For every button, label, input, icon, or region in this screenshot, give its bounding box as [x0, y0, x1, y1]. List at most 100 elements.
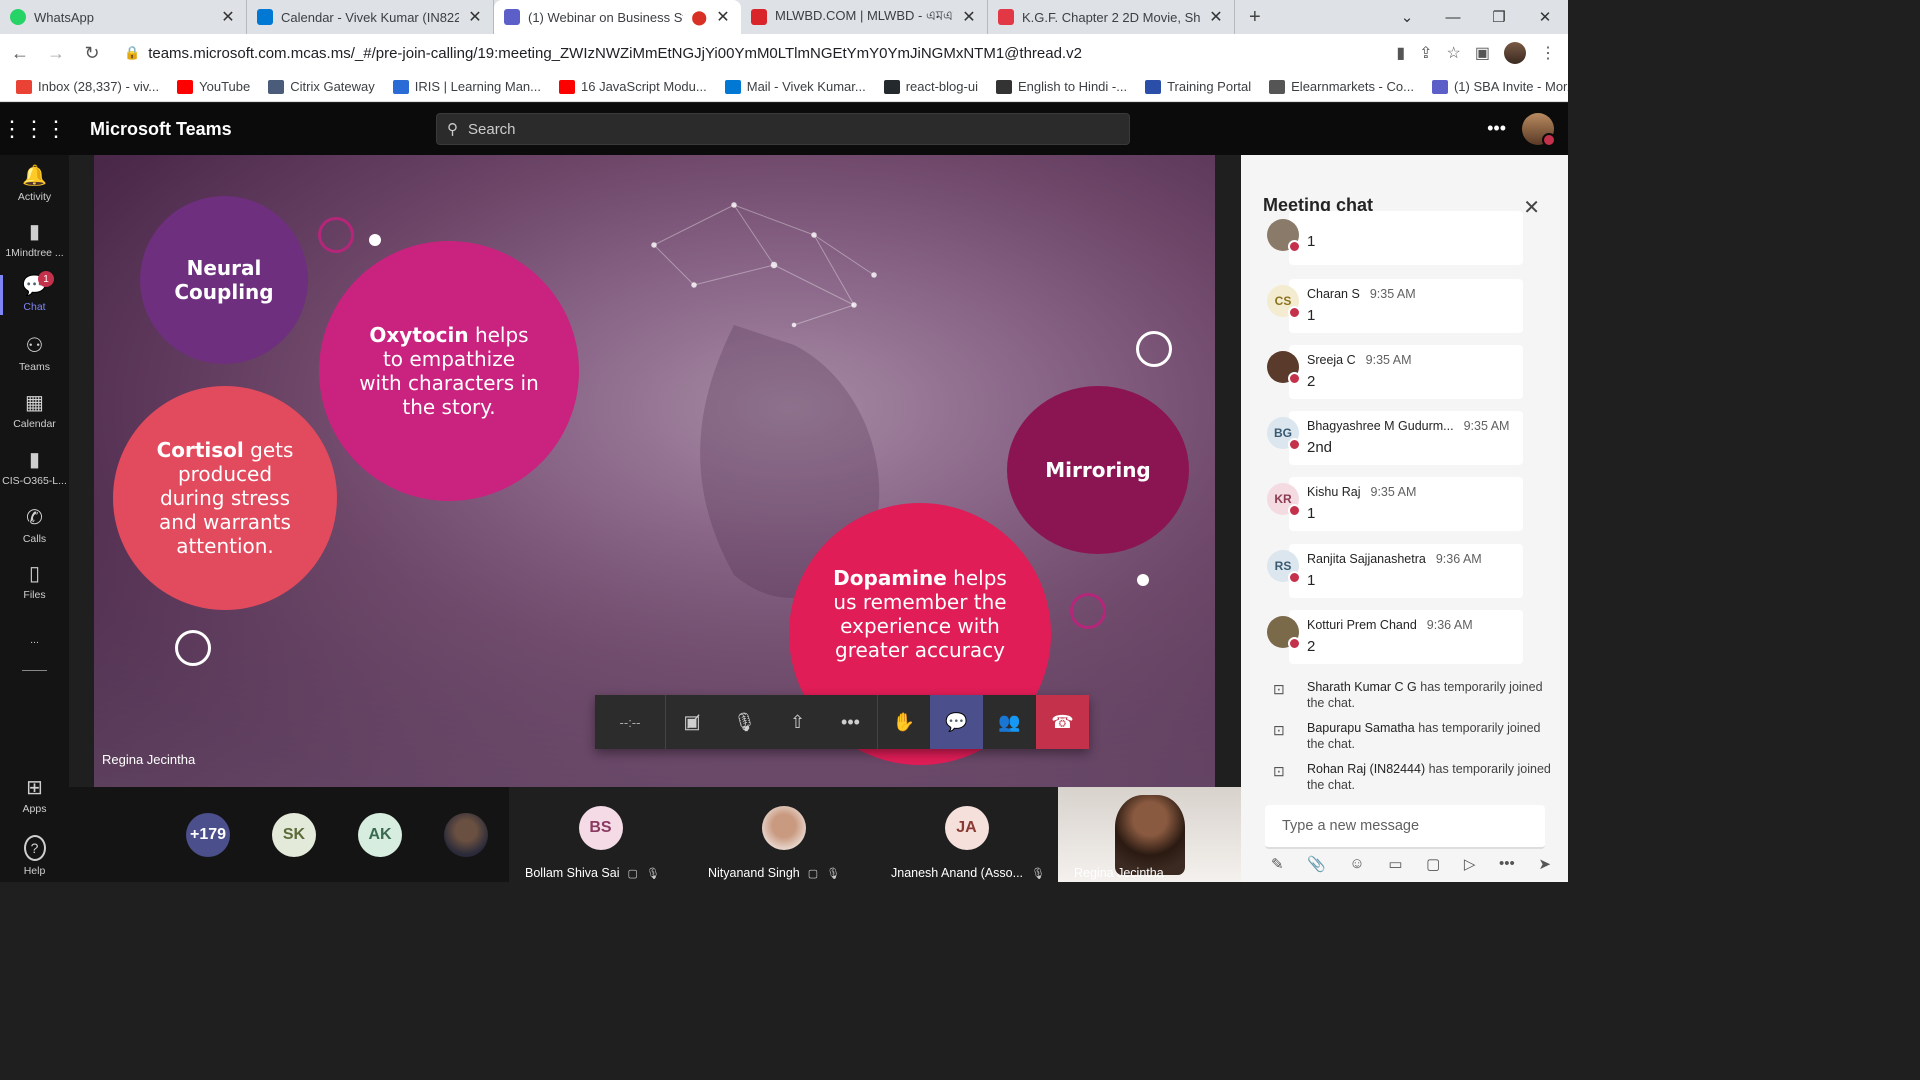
share-icon[interactable]: ⇪	[1419, 43, 1432, 63]
close-window-icon[interactable]: ✕	[1522, 0, 1568, 34]
user-avatar[interactable]	[1522, 113, 1556, 147]
participant-tile[interactable]: +179	[165, 787, 251, 882]
show-participants-button[interactable]: 👥	[983, 695, 1036, 749]
sticker-icon[interactable]: ▢	[1426, 855, 1440, 873]
site-icon	[751, 9, 767, 25]
reload-icon[interactable]: ↻	[76, 37, 108, 69]
rail-item[interactable]: ▮ 1Mindtree ...	[0, 221, 69, 259]
rail-item[interactable]: 🔔 Activity	[0, 165, 69, 203]
emoji-icon[interactable]: ☺	[1349, 855, 1364, 873]
participant-tile[interactable]: AK	[337, 787, 423, 882]
tab-title: K.G.F. Chapter 2 2D Movie, Show	[1022, 9, 1200, 25]
participant-tile[interactable]: Nityanand Singh ▢ 🎙	[692, 787, 875, 882]
close-tab-icon[interactable]: ✕	[220, 7, 236, 27]
minimize-icon[interactable]: —	[1430, 0, 1476, 34]
participant-tile[interactable]: JA Jnanesh Anand (Asso... 🎙	[875, 787, 1058, 882]
sender-avatar[interactable]: KR	[1267, 483, 1301, 517]
bookmark-item[interactable]: 16 JavaScript Modu...	[559, 79, 707, 94]
bookmark-item[interactable]: react-blog-ui	[883, 79, 978, 94]
url-field[interactable]: 🔒 teams.microsoft.com.mcas.ms/_#/pre-joi…	[116, 38, 1388, 68]
tab-search-icon[interactable]: ⌄	[1384, 0, 1430, 34]
share-content-button[interactable]: ⇧	[771, 695, 824, 749]
rail-item[interactable]: 💬 Chat 1	[0, 271, 69, 315]
show-chat-button[interactable]: 💬	[930, 695, 983, 749]
sender-avatar[interactable]	[1267, 351, 1301, 385]
bookmark-item[interactable]: Mail - Vivek Kumar...	[724, 79, 866, 94]
rail-item[interactable]: ...	[0, 630, 69, 646]
new-tab-button[interactable]: +	[1235, 0, 1275, 34]
sender-avatar[interactable]: RS	[1267, 550, 1301, 584]
profile-avatar[interactable]	[1504, 42, 1526, 64]
camera-off-button[interactable]: ▣̸	[665, 695, 718, 749]
send-icon[interactable]: ➤	[1538, 855, 1551, 873]
sender-avatar[interactable]	[1267, 219, 1301, 253]
sender-avatar[interactable]: CS	[1267, 285, 1301, 319]
lock-icon[interactable]: 🔒	[124, 45, 140, 61]
settings-more-icon[interactable]: •••	[1487, 118, 1506, 139]
more-options-icon[interactable]: •••	[1499, 855, 1515, 873]
back-icon[interactable]: ←	[4, 37, 36, 69]
rail-item[interactable]: ✆ Calls	[0, 507, 69, 545]
bookmark-item[interactable]: (1) SBA Invite - Mor...	[1431, 79, 1568, 94]
bookmark-star-icon[interactable]: ☆	[1447, 43, 1461, 63]
format-icon[interactable]: ✎	[1271, 855, 1284, 873]
loop-icon[interactable]: ▷	[1464, 855, 1476, 873]
bookmark-item[interactable]: Citrix Gateway	[268, 79, 375, 94]
bookmark-item[interactable]: English to Hindi -...	[995, 79, 1128, 94]
maximize-icon[interactable]: ❐	[1476, 0, 1522, 34]
rail-item[interactable]: ▦ Calendar	[0, 392, 69, 430]
browser-tab[interactable]: MLWBD.COM | MLWBD - এমএল ✕	[741, 0, 988, 34]
meeting-chat-panel: Meeting chat ✕ Type a new message ✎ 📎 ☺ …	[1241, 155, 1568, 882]
sidepanel-icon[interactable]: ▣	[1475, 43, 1490, 63]
rail-item[interactable]: ⊞ Apps	[0, 777, 69, 815]
compose-message-input[interactable]: Type a new message	[1265, 805, 1545, 849]
mirroring-bubble: Mirroring	[1007, 386, 1189, 554]
close-icon[interactable]: ✕	[1523, 195, 1540, 220]
rail-item[interactable]: ? Help	[0, 835, 69, 877]
sender-avatar[interactable]	[1267, 616, 1301, 650]
bookmark-label: Mail - Vivek Kumar...	[746, 79, 866, 94]
bookmark-icon	[268, 79, 285, 94]
app-launcher-icon[interactable]: ⋮⋮⋮	[0, 116, 68, 142]
bookmark-item[interactable]: Elearnmarkets - Co...	[1269, 79, 1414, 94]
participant-tile[interactable]: SK	[251, 787, 337, 882]
bookmark-item[interactable]: Inbox (28,337) - viv...	[16, 79, 159, 94]
browser-menu-icon[interactable]: ⋮	[1540, 43, 1556, 63]
raise-hand-button[interactable]: ✋	[877, 695, 930, 749]
teams-icon	[504, 9, 520, 25]
browser-tab[interactable]: K.G.F. Chapter 2 2D Movie, Show ✕	[988, 0, 1235, 34]
message-time: 9:36 AM	[1435, 552, 1482, 566]
bookmark-item[interactable]: Training Portal	[1145, 79, 1251, 94]
sender-avatar[interactable]: BG	[1267, 417, 1301, 451]
camera-blocked-icon[interactable]: ▮	[1396, 43, 1405, 63]
more-actions-button[interactable]: •••	[824, 695, 877, 749]
participant-tile[interactable]: BS Bollam Shiva Sai ▢ 🎙	[509, 787, 692, 882]
browser-tab[interactable]: WhatsApp ✕	[0, 0, 247, 34]
rail-item[interactable]: ▯ Files	[0, 563, 69, 601]
compose-toolbar: ✎ 📎 ☺ ▭ ▢ ▷ ••• ➤	[1271, 855, 1551, 873]
attach-icon[interactable]: 📎	[1307, 855, 1326, 873]
bookmark-item[interactable]: IRIS | Learning Man...	[392, 79, 541, 94]
bookmark-icon	[724, 79, 741, 94]
participant-tile[interactable]	[423, 787, 509, 882]
gif-icon[interactable]: ▭	[1388, 855, 1402, 873]
browser-tab[interactable]: Calendar - Vivek Kumar (IN82276 ✕	[247, 0, 494, 34]
forward-icon[interactable]: →	[40, 37, 72, 69]
rail-item[interactable]: ⚇ Teams	[0, 335, 69, 373]
participant-video-tile[interactable]: Regina Jecintha	[1058, 787, 1241, 882]
close-tab-icon[interactable]: ✕	[1208, 7, 1224, 27]
bookmark-label: English to Hindi -...	[1017, 79, 1128, 94]
browser-tab-active[interactable]: (1) Webinar on Business Stor ⬤ ✕	[494, 0, 741, 34]
meeting-stage: Neural Coupling Oxytocin helps to empath…	[69, 155, 1241, 787]
search-input[interactable]: ⚲ Search	[436, 113, 1130, 145]
bookmark-item[interactable]: YouTube	[177, 79, 250, 94]
mic-off-button[interactable]: 🎙	[718, 695, 771, 749]
leave-call-button[interactable]: ☎	[1036, 695, 1089, 749]
overflow-count[interactable]: +179	[186, 812, 230, 857]
close-tab-icon[interactable]: ✕	[961, 7, 977, 27]
rail-item[interactable]: ▮ CIS-O365-L...	[0, 449, 69, 487]
message-time: 9:35 AM	[1370, 485, 1417, 499]
bookmark-label: Citrix Gateway	[290, 79, 375, 94]
close-tab-icon[interactable]: ✕	[715, 7, 731, 27]
close-tab-icon[interactable]: ✕	[467, 7, 483, 27]
